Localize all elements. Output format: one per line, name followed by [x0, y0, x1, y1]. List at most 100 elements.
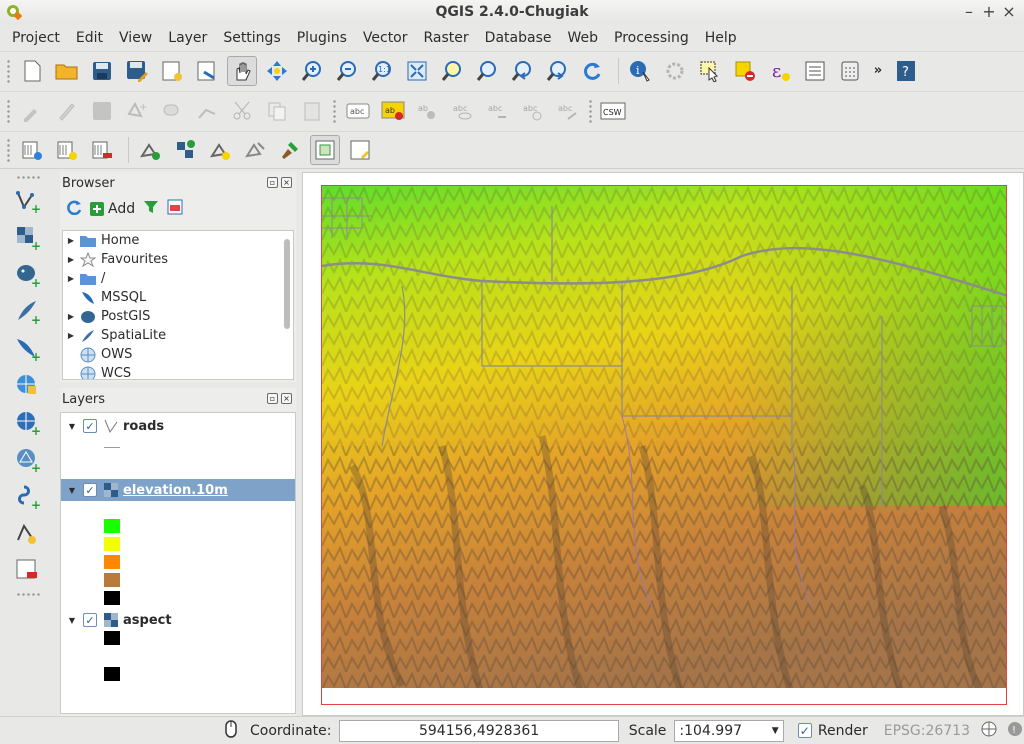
render-checkbox[interactable]: ✓ [797, 723, 812, 738]
layer-visibility-checkbox[interactable]: ✓ [83, 613, 97, 627]
add-postgis-icon[interactable]: + [10, 259, 46, 291]
layer-row-elevation[interactable]: ▼ ✓ elevation.10m [61, 479, 295, 501]
identify-icon[interactable]: i [625, 56, 655, 86]
add-wcs-icon[interactable]: + [10, 407, 46, 439]
save-project-icon[interactable] [87, 56, 117, 86]
browser-item-home[interactable]: ▶ Home [63, 231, 293, 250]
scrollbar-thumb[interactable] [284, 239, 290, 329]
add-virtual-icon[interactable] [240, 135, 270, 165]
help-icon[interactable]: ? [891, 56, 921, 86]
deselect-icon[interactable] [730, 56, 760, 86]
browser-item-wcs[interactable]: WCS [63, 364, 293, 379]
collapse-all-icon[interactable] [167, 199, 183, 219]
zoom-out-icon[interactable] [332, 56, 362, 86]
browser-item-mssql[interactable]: MSSQL [63, 288, 293, 307]
messages-icon[interactable]: ! [1006, 720, 1024, 742]
open-project-icon[interactable] [52, 56, 82, 86]
toolbar-grip[interactable] [332, 98, 337, 123]
minimize-icon[interactable]: – [960, 2, 978, 21]
menu-help[interactable]: Help [697, 30, 745, 46]
label-move-icon[interactable]: abc [483, 96, 513, 126]
scale-dropdown[interactable]: :104.997 ▼ [674, 719, 784, 742]
browser-item-favourites[interactable]: ▶ Favourites [63, 250, 293, 269]
hammer-icon[interactable] [275, 135, 305, 165]
close-icon[interactable]: × [281, 177, 292, 188]
toolbar-grip[interactable] [6, 98, 11, 123]
toolbar-grip[interactable] [16, 592, 40, 597]
menu-vector[interactable]: Vector [355, 30, 416, 46]
label-toggle-icon[interactable]: ab [413, 96, 443, 126]
zoom-to-selection-icon[interactable] [437, 56, 467, 86]
remove-layer-icon[interactable] [87, 135, 117, 165]
save-edits-icon[interactable] [87, 96, 117, 126]
pan-icon[interactable] [227, 55, 257, 86]
toolbar-grip[interactable] [6, 138, 11, 162]
toggle-editing-icon[interactable] [52, 96, 82, 126]
coordinate-field[interactable]: 594156,4928361 [339, 719, 619, 742]
expand-arrow-icon[interactable]: ▶ [63, 274, 79, 283]
add-delimited-text-icon[interactable]: + [10, 481, 46, 513]
filter-icon[interactable] [143, 199, 159, 219]
add-wfs-icon[interactable]: + [10, 444, 46, 476]
csw-icon[interactable]: CSW [599, 96, 627, 126]
add-feature-icon[interactable]: + [122, 96, 152, 126]
menu-plugins[interactable]: Plugins [289, 30, 355, 46]
refresh-icon[interactable] [577, 56, 607, 86]
expand-arrow-icon[interactable]: ▶ [63, 312, 79, 321]
zoom-to-layer-icon[interactable] [472, 56, 502, 86]
add-button[interactable]: Add [90, 201, 135, 217]
paste-features-icon[interactable] [297, 96, 327, 126]
add-mssql-icon[interactable]: + [10, 333, 46, 365]
save-as-icon[interactable] [122, 56, 152, 86]
menu-view[interactable]: View [111, 30, 160, 46]
label-rotate-icon[interactable]: abc [518, 96, 548, 126]
move-feature-icon[interactable] [157, 96, 187, 126]
expand-arrow-icon[interactable]: ▶ [63, 331, 79, 340]
add-spatialite-icon[interactable]: + [10, 296, 46, 328]
float-icon[interactable]: ▫ [267, 393, 278, 404]
toolbar-grip[interactable] [588, 98, 593, 123]
new-temp-layer-icon[interactable] [10, 518, 46, 550]
zoom-full-icon[interactable] [402, 56, 432, 86]
browser-scrollbar[interactable] [282, 233, 292, 373]
menu-edit[interactable]: Edit [68, 30, 111, 46]
expand-arrow-icon[interactable]: ▶ [63, 236, 79, 245]
browser-item-spatialite[interactable]: ▶ SpatiaLite [63, 326, 293, 345]
collapse-arrow-icon[interactable]: ▼ [61, 616, 83, 625]
menu-processing[interactable]: Processing [606, 30, 697, 46]
add-vector-icon[interactable]: + [10, 185, 46, 217]
label-pin-icon[interactable]: ab [378, 96, 408, 126]
label-show-hide-icon[interactable]: abc [448, 96, 478, 126]
overflow-icon[interactable]: » [870, 56, 886, 86]
copy-features-icon[interactable] [262, 96, 292, 126]
add-raster-layer-icon[interactable] [52, 135, 82, 165]
maximize-icon[interactable]: + [980, 2, 998, 21]
pan-to-selection-icon[interactable] [262, 56, 292, 86]
float-icon[interactable]: ▫ [267, 177, 278, 188]
crs-status[interactable]: EPSG:26713 [884, 723, 970, 739]
expand-arrow-icon[interactable]: ▶ [63, 255, 79, 264]
select-icon[interactable] [695, 56, 725, 86]
menu-layer[interactable]: Layer [160, 30, 215, 46]
add-raster-icon[interactable]: + [10, 222, 46, 254]
close-icon[interactable]: × [281, 393, 292, 404]
expression-icon[interactable]: ε [765, 56, 795, 86]
new-shapefile-icon[interactable] [135, 135, 165, 165]
current-edits-icon[interactable] [17, 96, 47, 126]
close-icon[interactable]: × [1000, 2, 1018, 21]
label-settings-icon[interactable]: abc [343, 96, 373, 126]
zoom-last-icon[interactable] [507, 56, 537, 86]
elevation-map[interactable] [321, 185, 1007, 705]
add-wms-icon[interactable] [10, 370, 46, 402]
new-print-composer-icon[interactable] [157, 56, 187, 86]
zoom-in-icon[interactable] [297, 56, 327, 86]
menu-settings[interactable]: Settings [215, 30, 288, 46]
map-canvas[interactable] [302, 172, 1024, 716]
layer-visibility-checkbox[interactable]: ✓ [83, 419, 97, 433]
new-spatialite-icon[interactable] [170, 135, 200, 165]
layer-row-aspect[interactable]: ▼ ✓ aspect [61, 609, 295, 631]
menu-raster[interactable]: Raster [416, 30, 477, 46]
cut-features-icon[interactable] [227, 96, 257, 126]
field-calculator-icon[interactable] [835, 56, 865, 86]
collapse-arrow-icon[interactable]: ▼ [61, 422, 83, 431]
